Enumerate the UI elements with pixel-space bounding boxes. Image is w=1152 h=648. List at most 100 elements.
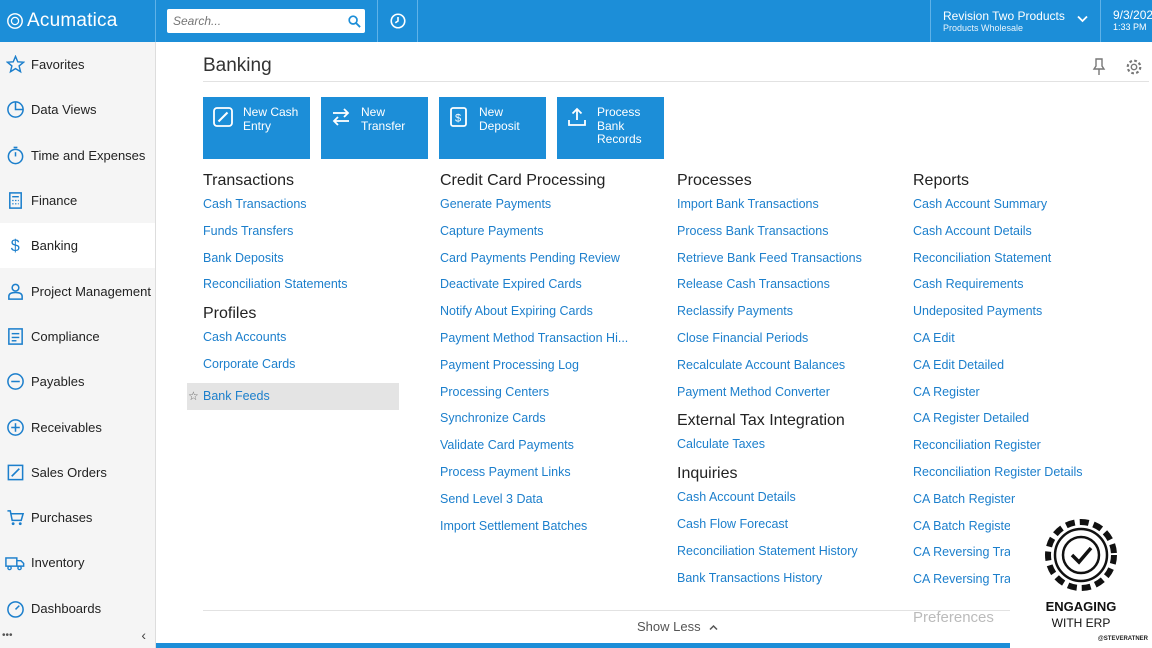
- sidebar-item-finance[interactable]: Finance: [0, 178, 155, 223]
- column-credit-card-processing: Credit Card Processing Generate Payments…: [440, 172, 628, 544]
- divider: [203, 81, 1149, 82]
- sidebar-item-time-and-expenses[interactable]: Time and Expenses: [0, 133, 155, 178]
- link-capture-payments[interactable]: Capture Payments: [440, 223, 628, 250]
- link-reconciliation-statement-history[interactable]: Reconciliation Statement History: [677, 543, 862, 570]
- link-bank-deposits[interactable]: Bank Deposits: [203, 250, 399, 277]
- link-retrieve-bank-feed-transactions[interactable]: Retrieve Bank Feed Transactions: [677, 250, 862, 277]
- link-cash-transactions[interactable]: Cash Transactions: [203, 196, 399, 223]
- divider: [203, 610, 1055, 611]
- link-import-bank-transactions[interactable]: Import Bank Transactions: [677, 196, 862, 223]
- link-synchronize-cards[interactable]: Synchronize Cards: [440, 410, 628, 437]
- link-processing-centers[interactable]: Processing Centers: [440, 384, 628, 411]
- acumatica-logo[interactable]: Acumatica: [0, 0, 156, 42]
- link-payment-method-transaction-history[interactable]: Payment Method Transaction Hi...: [440, 330, 628, 357]
- link-ca-edit-detailed[interactable]: CA Edit Detailed: [913, 357, 1152, 384]
- gear-icon[interactable]: [1125, 58, 1143, 76]
- search-area: [156, 0, 378, 42]
- svg-text:$: $: [10, 238, 19, 256]
- column-processes: Processes Import Bank Transactions Proce…: [677, 172, 862, 596]
- engaging-with-erp-watermark: ENGAGING WITH ERP @STEVERATNER: [1010, 506, 1152, 648]
- watermark-line-2: WITH ERP: [1051, 616, 1111, 630]
- link-generate-payments[interactable]: Generate Payments: [440, 196, 628, 223]
- link-cash-flow-forecast[interactable]: Cash Flow Forecast: [677, 516, 862, 543]
- new-cash-entry-tile[interactable]: New Cash Entry: [203, 97, 310, 159]
- branch-name: Products Wholesale: [943, 23, 1024, 33]
- link-bank-feeds[interactable]: Bank Feeds: [203, 383, 399, 410]
- sidebar-footer: ••• ‹: [0, 622, 155, 648]
- link-import-settlement-batches[interactable]: Import Settlement Batches: [440, 518, 628, 545]
- star-icon: [5, 55, 25, 75]
- process-bank-records-tile[interactable]: Process Bank Records: [557, 97, 664, 159]
- link-corporate-cards[interactable]: Corporate Cards: [203, 356, 399, 383]
- link-card-payments-pending-review[interactable]: Card Payments Pending Review: [440, 250, 628, 277]
- edit-icon: [213, 107, 233, 127]
- link-calculate-taxes[interactable]: Calculate Taxes: [677, 436, 862, 463]
- link-undeposited-payments[interactable]: Undeposited Payments: [913, 303, 1152, 330]
- watermark-line-1: ENGAGING: [1045, 599, 1117, 614]
- section-title-processes: Processes: [677, 172, 752, 189]
- sidebar-item-banking[interactable]: $ Banking: [0, 223, 155, 269]
- search-input[interactable]: [167, 10, 343, 32]
- plus-circle-icon: [5, 417, 25, 437]
- section-title-external-tax-integration: External Tax Integration: [677, 412, 845, 430]
- link-close-financial-periods[interactable]: Close Financial Periods: [677, 330, 862, 357]
- business-time: 1:33 PM: [1113, 22, 1147, 32]
- link-send-level-3-data[interactable]: Send Level 3 Data: [440, 491, 628, 518]
- link-reconciliation-register-details[interactable]: Reconciliation Register Details: [913, 464, 1152, 491]
- link-process-payment-links[interactable]: Process Payment Links: [440, 464, 628, 491]
- date-time-selector[interactable]: 9/3/202 1:33 PM: [1100, 0, 1152, 42]
- sidebar-item-receivables[interactable]: Receivables: [0, 404, 155, 449]
- link-funds-transfers[interactable]: Funds Transfers: [203, 223, 399, 250]
- link-cash-account-summary[interactable]: Cash Account Summary: [913, 196, 1152, 223]
- workspace: Banking New Cash Entry New Transfer $ Ne…: [157, 42, 1152, 648]
- search-box: [167, 9, 365, 33]
- company-selector[interactable]: Revision Two Products Products Wholesale: [930, 0, 1100, 42]
- link-ca-register[interactable]: CA Register: [913, 384, 1152, 411]
- new-deposit-tile[interactable]: $ New Deposit: [439, 97, 546, 159]
- pin-icon[interactable]: [1092, 58, 1106, 76]
- link-bank-transactions-history[interactable]: Bank Transactions History: [677, 570, 862, 597]
- history-button[interactable]: [378, 0, 418, 42]
- link-recalculate-account-balances[interactable]: Recalculate Account Balances: [677, 357, 862, 384]
- link-payment-method-converter[interactable]: Payment Method Converter: [677, 384, 862, 411]
- app-name: Acumatica: [27, 10, 118, 31]
- bottom-accent-bar: [156, 643, 1010, 648]
- company-name: Revision Two Products: [943, 9, 1065, 23]
- link-reclassify-payments[interactable]: Reclassify Payments: [677, 303, 862, 330]
- link-reconciliation-statements[interactable]: Reconciliation Statements: [203, 276, 399, 303]
- link-cash-accounts[interactable]: Cash Accounts: [203, 329, 399, 356]
- link-release-cash-transactions[interactable]: Release Cash Transactions: [677, 276, 862, 303]
- collapse-sidebar-button[interactable]: ‹: [141, 627, 146, 643]
- link-reconciliation-statement[interactable]: Reconciliation Statement: [913, 250, 1152, 277]
- sidebar-item-sales-orders[interactable]: Sales Orders: [0, 450, 155, 495]
- section-title-inquiries: Inquiries: [677, 465, 738, 483]
- link-validate-card-payments[interactable]: Validate Card Payments: [440, 437, 628, 464]
- section-title-reports: Reports: [913, 172, 970, 189]
- link-cash-account-details[interactable]: Cash Account Details: [677, 489, 862, 516]
- show-less-button[interactable]: Show Less: [637, 619, 718, 634]
- link-ca-register-detailed[interactable]: CA Register Detailed: [913, 410, 1152, 437]
- favorite-star-icon[interactable]: ☆: [188, 389, 199, 403]
- sidebar-item-payables[interactable]: Payables: [0, 359, 155, 404]
- new-transfer-tile[interactable]: New Transfer: [321, 97, 428, 159]
- search-icon[interactable]: [343, 14, 365, 28]
- deposit-icon: $: [450, 107, 467, 127]
- link-deactivate-expired-cards[interactable]: Deactivate Expired Cards: [440, 276, 628, 303]
- link-process-bank-transactions[interactable]: Process Bank Transactions: [677, 223, 862, 250]
- sidebar-item-inventory[interactable]: Inventory: [0, 540, 155, 585]
- link-ca-edit[interactable]: CA Edit: [913, 330, 1152, 357]
- link-cash-requirements[interactable]: Cash Requirements: [913, 276, 1152, 303]
- sidebar-item-compliance[interactable]: Compliance: [0, 314, 155, 359]
- more-menu-button[interactable]: •••: [2, 630, 13, 641]
- chevron-up-icon: [709, 624, 718, 631]
- link-payment-processing-log[interactable]: Payment Processing Log: [440, 357, 628, 384]
- sidebar-item-project-management[interactable]: Project Management: [0, 268, 155, 313]
- sidebar-item-data-views[interactable]: Data Views: [0, 87, 155, 132]
- sidebar-item-favorites[interactable]: Favorites: [0, 42, 155, 87]
- link-notify-about-expiring-cards[interactable]: Notify About Expiring Cards: [440, 303, 628, 330]
- sidebar-item-purchases[interactable]: Purchases: [0, 495, 155, 540]
- link-cash-account-details-report[interactable]: Cash Account Details: [913, 223, 1152, 250]
- link-reconciliation-register[interactable]: Reconciliation Register: [913, 437, 1152, 464]
- history-icon: [389, 13, 406, 29]
- gear-check-logo-icon: [1045, 519, 1117, 591]
